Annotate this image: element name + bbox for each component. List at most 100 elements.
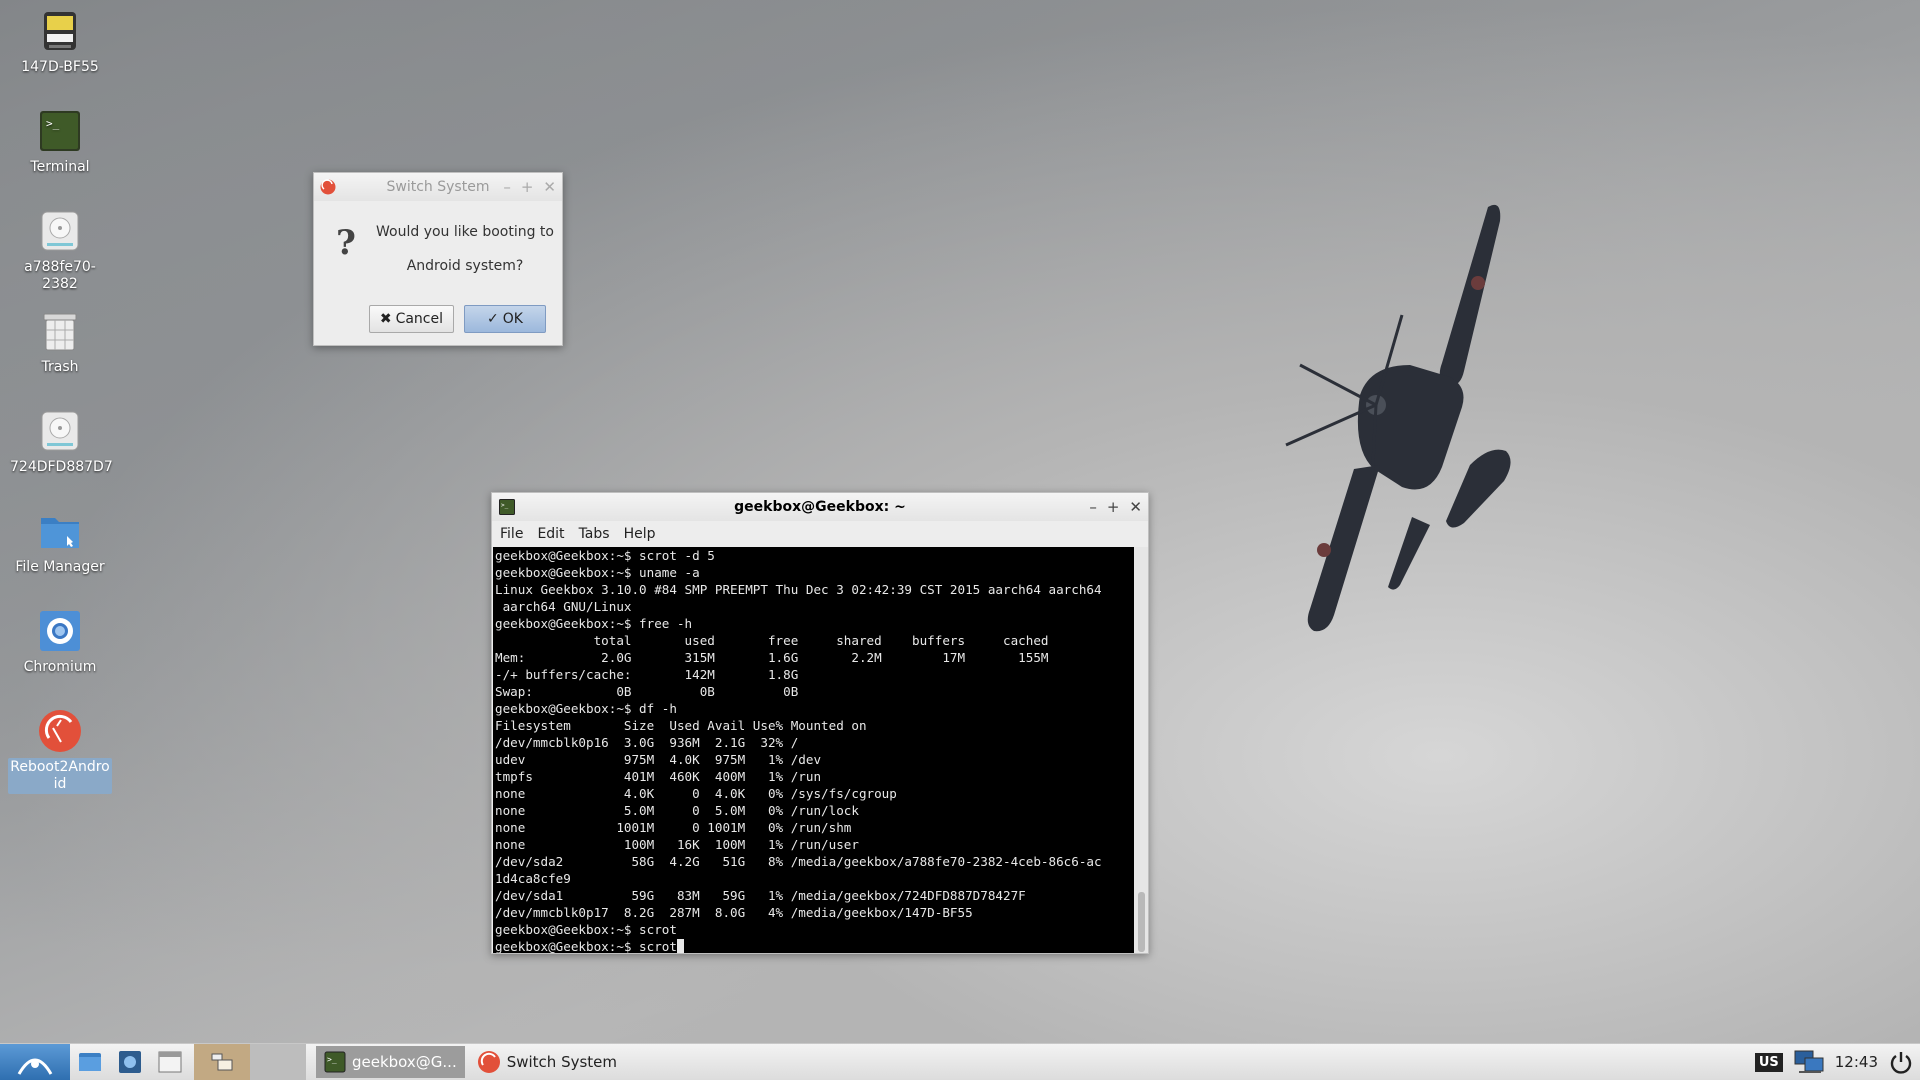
taskbar: >_ geekbox@G... Switch System US 12:43 — [0, 1043, 1920, 1080]
terminal-line: 1d4ca8cfe9 — [495, 871, 571, 886]
desktop-icon-label: Chromium — [23, 659, 97, 675]
terminal-line: Filesystem Size Used Avail Use% Mounted … — [495, 718, 867, 733]
desktop-icon-147d-bf55[interactable]: 147D-BF55 — [8, 8, 112, 77]
disk-icon — [37, 208, 83, 254]
reboot-android-icon — [477, 1051, 500, 1073]
terminal-line: none 4.0K 0 4.0K 0% /sys/fs/cgroup — [495, 786, 897, 801]
desktop-icon-label: a788fe70-2382 — [24, 259, 96, 292]
terminal-line: /dev/sda1 59G 83M 59G 1% /media/geekbox/… — [495, 888, 1026, 903]
desktop-icon-terminal[interactable]: >_ Terminal — [8, 108, 112, 177]
task-label: geekbox@G... — [352, 1053, 457, 1071]
cancel-label: Cancel — [395, 311, 443, 327]
question-icon: ? — [336, 223, 356, 263]
window-icon — [158, 1051, 182, 1073]
menu-edit[interactable]: Edit — [537, 526, 564, 542]
terminal-line: geekbox@Geekbox:~$ free -h — [495, 616, 693, 631]
menu-tabs[interactable]: Tabs — [579, 526, 610, 542]
menu-file[interactable]: File — [500, 526, 523, 542]
maximize-icon[interactable]: + — [1107, 498, 1120, 516]
terminal-line: none 1001M 0 1001M 0% /run/shm — [495, 820, 852, 835]
cancel-icon: ✖ — [379, 311, 392, 327]
task-label: Switch System — [506, 1053, 618, 1071]
desktop-icon-a788fe70[interactable]: a788fe70-2382 — [8, 208, 112, 294]
menu-help[interactable]: Help — [624, 526, 656, 542]
close-icon[interactable]: ✕ — [1129, 498, 1142, 516]
terminal-line: -/+ buffers/cache: 142M 1.8G — [495, 667, 799, 682]
terminal-window: >_ geekbox@Geekbox: ~ – + ✕ File Edit Ta… — [491, 492, 1149, 954]
close-icon[interactable]: ✕ — [543, 178, 556, 196]
svg-text:>_: >_ — [46, 117, 60, 130]
clock[interactable]: 12:43 — [1835, 1053, 1878, 1071]
terminal-line: none 5.0M 0 5.0M 0% /run/lock — [495, 803, 859, 818]
terminal-icon: >_ — [37, 108, 83, 154]
scrollbar-thumb[interactable] — [1138, 892, 1145, 952]
desktop-icon-trash[interactable]: Trash — [8, 308, 112, 377]
terminal-prompt: geekbox@Geekbox:~$ scrot — [495, 939, 677, 953]
desktop-icon-724dfd887d7[interactable]: 724DFD887D7 — [8, 408, 113, 477]
maximize-icon[interactable]: + — [521, 178, 534, 196]
dialog-titlebar[interactable]: Switch System – + ✕ — [314, 173, 562, 201]
dialog-message: Would you like booting to Android system… — [376, 224, 554, 274]
terminal-line: Linux Geekbox 3.10.0 #84 SMP PREEMPT Thu… — [495, 582, 1102, 597]
desktop-icon-reboot2android[interactable]: Reboot2Android — [8, 708, 112, 794]
terminal-icon: >_ — [324, 1051, 346, 1073]
network-icon[interactable] — [1793, 1049, 1825, 1075]
text-cursor — [676, 939, 684, 953]
start-menu-button[interactable] — [0, 1044, 70, 1080]
terminal-line: /dev/mmcblk0p16 3.0G 936M 2.1G 32% / — [495, 735, 799, 750]
desktop-icon-label: Reboot2Android — [8, 758, 112, 794]
terminal-line: Swap: 0B 0B 0B — [495, 684, 799, 699]
terminal-title: geekbox@Geekbox: ~ — [734, 499, 906, 515]
terminal-line: none 100M 16K 100M 1% /run/user — [495, 837, 859, 852]
terminal-scrollbar[interactable] — [1134, 547, 1148, 953]
wallpaper-airplane — [1285, 204, 1511, 632]
terminal-line: udev 975M 4.0K 975M 1% /dev — [495, 752, 822, 767]
terminal-line: geekbox@Geekbox:~$ df -h — [495, 701, 677, 716]
terminal-line: total used free shared buffers cached — [495, 633, 1049, 648]
terminal-line: geekbox@Geekbox:~$ scrot — [495, 922, 677, 937]
quicklaunch-window[interactable] — [150, 1044, 190, 1080]
switch-system-dialog: Switch System – + ✕ ? Would you like boo… — [313, 172, 563, 346]
taskbar-task-terminal[interactable]: >_ geekbox@G... — [316, 1046, 465, 1078]
browser-icon — [119, 1051, 141, 1073]
workspace-window-icon — [211, 1053, 233, 1071]
cancel-button[interactable]: ✖ Cancel — [368, 305, 454, 333]
workspace-2[interactable] — [250, 1044, 306, 1080]
desktop-icon-label: Trash — [41, 359, 79, 375]
power-icon[interactable] — [1888, 1049, 1914, 1075]
terminal-line: aarch64 GNU/Linux — [495, 599, 632, 614]
system-tray: US 12:43 — [1754, 1044, 1920, 1080]
quicklaunch-file-manager[interactable] — [70, 1044, 110, 1080]
desktop-icon-file-manager[interactable]: File Manager — [8, 508, 112, 577]
quicklaunch-browser[interactable] — [110, 1044, 150, 1080]
terminal-line: geekbox@Geekbox:~$ uname -a — [495, 565, 700, 580]
keyboard-layout-indicator[interactable]: US — [1754, 1052, 1783, 1072]
start-menu-icon — [17, 1058, 53, 1075]
ok-button[interactable]: ✓ OK — [464, 305, 546, 333]
reboot-android-icon — [37, 708, 83, 754]
desktop-icon-label: File Manager — [15, 559, 105, 575]
desktop-icon-label: 724DFD887D7 — [10, 459, 113, 475]
desktop-icon-label: Terminal — [30, 159, 90, 175]
minimize-icon[interactable]: – — [503, 178, 511, 196]
minimize-icon[interactable]: – — [1089, 498, 1097, 516]
terminal-line: tmpfs 401M 460K 400M 1% /run — [495, 769, 822, 784]
trash-icon — [37, 308, 83, 354]
terminal-line: /dev/mmcblk0p17 8.2G 287M 8.0G 4% /media… — [495, 905, 973, 920]
taskbar-task-switch-system[interactable]: Switch System — [469, 1046, 625, 1078]
terminal-output[interactable]: geekbox@Geekbox:~$ scrot -d 5 geekbox@Gee… — [493, 547, 1134, 953]
terminal-line: Mem: 2.0G 315M 1.6G 2.2M 17M 155M — [495, 650, 1049, 665]
ok-label: OK — [502, 311, 523, 327]
folder-icon — [79, 1053, 101, 1071]
desktop-icon-chromium[interactable]: Chromium — [8, 608, 112, 677]
folder-icon — [37, 508, 83, 554]
workspace-1[interactable] — [194, 1044, 250, 1080]
terminal-menubar: File Edit Tabs Help — [492, 521, 1148, 547]
disk-icon — [37, 408, 83, 454]
desktop-icon-label: 147D-BF55 — [21, 59, 99, 75]
check-icon: ✓ — [487, 311, 499, 327]
terminal-prompt-line[interactable]: geekbox@Geekbox:~$ scrot — [495, 938, 1132, 953]
svg-text:>_: >_ — [327, 1055, 337, 1064]
terminal-titlebar[interactable]: >_ geekbox@Geekbox: ~ – + ✕ — [492, 493, 1148, 521]
usb-drive-icon — [37, 8, 83, 54]
